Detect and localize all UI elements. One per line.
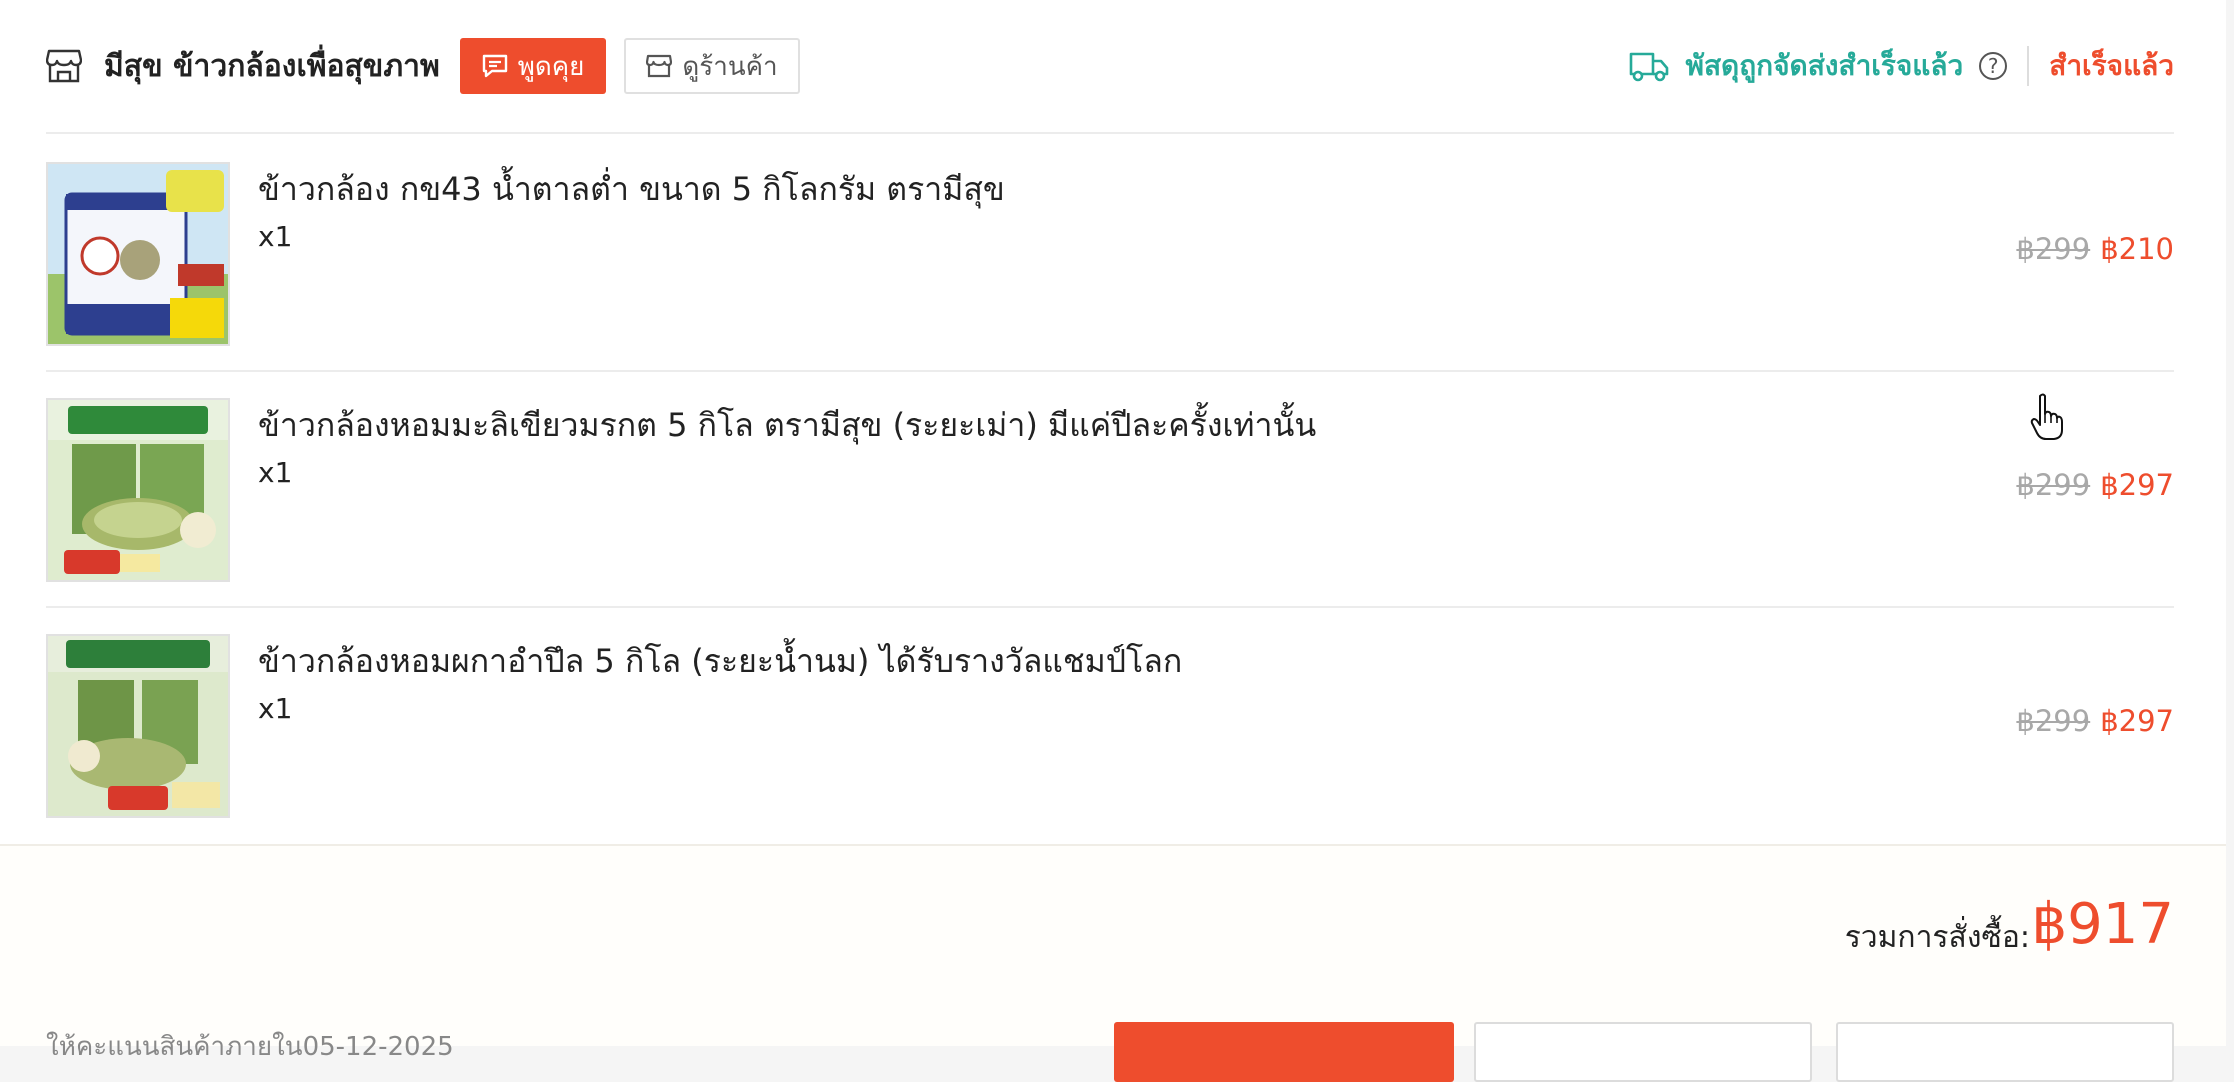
order-item[interactable]: ข้าวกล้องหอมมะลิเขียวมรกต 5 กิโล ตรามีสุ… [46,372,2174,608]
store-icon [646,54,673,78]
delivery-status-area: พัสดุถูกจัดส่งสำเร็จแล้ว ? สำเร็จแล้ว [1629,44,2174,88]
shop-name[interactable]: มีสุข ข้าวกล้องเพื่อสุขภาพ [104,43,440,90]
store-icon [46,48,84,84]
sale-price: ฿297 [2100,704,2174,738]
buy-again-button[interactable] [1836,1022,2174,1082]
order-total-value: ฿917 [2031,892,2174,957]
product-quantity: x1 [258,220,293,253]
view-shop-label: ดูร้านค้า [682,51,778,82]
order-item[interactable]: ข้าวกล้องหอมผกาอำปึล 5 กิโล (ระยะน้ำนม) … [46,608,2174,844]
help-circle-icon[interactable]: ? [1979,52,2008,80]
product-title[interactable]: ข้าวกล้องหอมมะลิเขียวมรกต 5 กิโล ตรามีสุ… [258,400,1316,451]
order-footer: รวมการสั่งซื้อ: ฿917 ให้คะแนนสินค้าภายใน… [0,844,2226,1082]
sale-price: ฿210 [2100,232,2174,266]
shop-header: มีสุข ข้าวกล้องเพื่อสุขภาพ พูดคุย ดูร้าน… [46,0,2174,134]
original-price: ฿299 [2016,704,2091,738]
product-thumbnail[interactable] [46,634,230,818]
header-divider [2027,46,2030,86]
chat-button[interactable]: พูดคุย [459,38,607,94]
order-item[interactable]: ข้าวกล้อง กข43 น้ำตาลต่ำ ขนาด 5 กิโลกรัม… [46,136,2174,372]
rate-button[interactable] [1114,1022,1454,1082]
contact-seller-button[interactable] [1474,1022,1812,1082]
order-card: มีสุข ข้าวกล้องเพื่อสุขภาพ พูดคุย ดูร้าน… [0,0,2226,1082]
order-total-label: รวมการสั่งซื้อ: [1844,920,2030,955]
product-price: ฿299 ฿297 [2016,704,2174,738]
rating-deadline-note: ให้คะแนนสินค้าภายใน05-12-2025 [46,1032,454,1062]
chat-icon [482,54,507,78]
sale-price: ฿297 [2100,468,2174,502]
product-title[interactable]: ข้าวกล้อง กข43 น้ำตาลต่ำ ขนาด 5 กิโลกรัม… [258,164,1005,215]
original-price: ฿299 [2016,468,2091,502]
delivery-status[interactable]: พัสดุถูกจัดส่งสำเร็จแล้ว [1629,44,1963,88]
product-price: ฿299 ฿210 [2016,232,2174,266]
view-shop-button[interactable]: ดูร้านค้า [624,38,800,94]
product-thumbnail[interactable] [46,398,230,582]
order-status: สำเร็จแล้ว [2049,49,2174,82]
product-quantity: x1 [258,456,293,489]
truck-icon [1630,52,1669,82]
product-price: ฿299 ฿297 [2016,468,2174,502]
product-title[interactable]: ข้าวกล้องหอมผกาอำปึล 5 กิโล (ระยะน้ำนม) … [258,636,1182,687]
product-thumbnail[interactable] [46,162,230,346]
original-price: ฿299 [2016,232,2091,266]
chat-button-label: พูดคุย [517,51,585,82]
product-quantity: x1 [258,692,293,725]
hand-pointer-icon [2030,393,2063,440]
delivery-status-text: พัสดุถูกจัดส่งสำเร็จแล้ว [1685,49,1964,82]
